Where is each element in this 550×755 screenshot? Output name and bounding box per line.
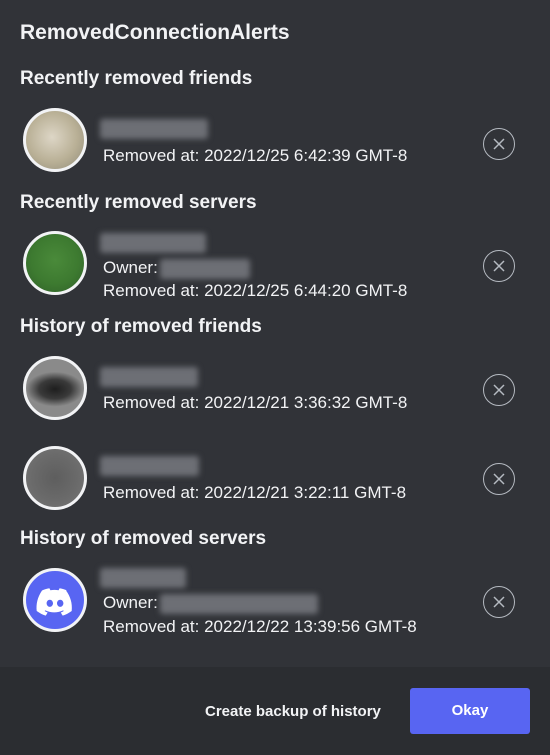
removed-at-text: Removed at: 2022/12/21 3:22:11 GMT-8 [103,483,407,502]
section-title-recent-friends: Recently removed friends [20,68,253,89]
modal-footer: Create backup of history Okay [0,667,550,755]
removed-at-text: Removed at: 2022/12/25 6:44:20 GMT-8 [103,281,408,300]
remove-entry-button[interactable] [483,463,515,495]
redacted-server-name [100,233,206,253]
redacted-username [100,367,198,387]
avatar [23,568,87,632]
redacted-owner [159,258,250,279]
remove-entry-button[interactable] [483,250,515,282]
removed-at-text: Removed at: 2022/12/22 13:39:56 GMT-8 [103,617,417,636]
section-title-history-servers: History of removed servers [20,528,267,549]
removed-at-text: Removed at: 2022/12/21 3:36:32 GMT-8 [103,393,408,412]
close-icon [493,473,505,485]
remove-entry-button[interactable] [483,374,515,406]
section-title-recent-servers: Recently removed servers [20,192,257,213]
redacted-owner [159,593,318,614]
avatar [23,231,87,295]
section-title-history-friends: History of removed friends [20,316,262,337]
modal-title: RemovedConnectionAlerts [20,21,290,44]
avatar [23,356,87,420]
avatar [23,446,87,510]
create-backup-button[interactable]: Create backup of history [205,703,381,720]
remove-entry-button[interactable] [483,128,515,160]
removed-connection-alerts-modal: RemovedConnectionAlerts Recently removed… [0,0,550,755]
discord-logo-icon [36,588,72,616]
redacted-server-name [100,568,186,588]
avatar [23,108,87,172]
close-icon [493,138,505,150]
owner-label: Owner: [103,258,158,277]
redacted-username [100,119,208,139]
owner-line: Owner: [103,593,318,614]
remove-entry-button[interactable] [483,586,515,618]
owner-label: Owner: [103,593,158,612]
close-icon [493,260,505,272]
close-icon [493,596,505,608]
removed-at-text: Removed at: 2022/12/25 6:42:39 GMT-8 [103,146,408,165]
owner-line: Owner: [103,258,250,279]
redacted-username [100,456,199,476]
close-icon [493,384,505,396]
okay-button[interactable]: Okay [410,688,530,734]
